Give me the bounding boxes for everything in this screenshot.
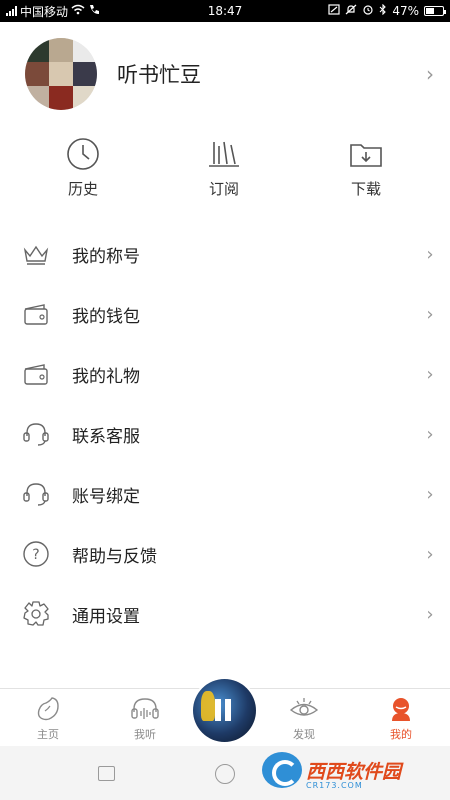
alarm-icon [362,4,374,18]
mute-icon [345,4,357,18]
chevron-right-icon: › [426,423,434,445]
menu-item-label: 联系客服 [72,426,140,447]
svg-text:?: ? [32,547,39,563]
menu-item-customer-service[interactable]: 联系客服 › [0,404,450,464]
watermark-logo-icon [262,752,302,788]
bean-icon [37,697,59,721]
recent-apps-button[interactable] [98,766,115,781]
chevron-right-icon: › [426,243,434,265]
nfc-icon [328,4,340,18]
avatar[interactable] [25,38,97,110]
chevron-right-icon: › [426,303,434,325]
bluetooth-icon [379,3,387,18]
download-folder-icon [350,144,382,167]
headset-icon [23,423,49,446]
menu-item-account-binding[interactable]: 账号绑定 › [0,464,450,524]
gear-icon [23,601,49,626]
nav-mine-label: 我的 [390,728,412,741]
pause-icon [215,699,221,721]
carrier-label: 中国移动 [20,4,69,19]
screen: 中国移动 18:47 47% 听书忙豆 › 历史 订阅 下载 我的称号 › 我的… [0,0,450,800]
download-label: 下载 [350,180,381,198]
chevron-right-icon: › [426,603,434,625]
eye-icon [289,698,319,716]
headphones-icon [131,698,159,719]
watermark-brand: 西西软件园 [306,760,402,783]
menu-item-gifts[interactable]: 我的礼物 › [0,344,450,404]
menu-item-label: 我的钱包 [72,306,140,327]
album-art [201,691,215,721]
menu-item-label: 账号绑定 [72,486,140,507]
nav-home-label: 主页 [37,728,59,741]
battery-percent: 47% [392,4,419,18]
nav-mine[interactable]: 我的 [366,695,436,742]
profile-header[interactable]: 听书忙豆 › [0,38,450,110]
history-button[interactable]: 历史 [43,136,123,199]
menu-item-label: 我的称号 [72,246,140,267]
wifi-icon [71,4,85,18]
menu-list: 我的称号 › 我的钱包 › 我的礼物 › 联系客服 › 账号绑定 › ? 帮助与… [0,224,450,644]
menu-item-help-feedback[interactable]: ? 帮助与反馈 › [0,524,450,584]
watermark-domain: CR173.COM [306,780,363,790]
person-icon [392,698,410,721]
menu-item-settings[interactable]: 通用设置 › [0,584,450,644]
menu-item-wallet[interactable]: 我的钱包 › [0,284,450,344]
subscribe-label: 订阅 [208,180,239,198]
subscribe-button[interactable]: 订阅 [184,136,264,199]
nav-discover-label: 发现 [293,728,315,741]
menu-item-label: 通用设置 [72,606,140,627]
chevron-right-icon: › [426,62,434,86]
now-playing-button[interactable] [193,679,256,742]
chevron-right-icon: › [426,543,434,565]
menu-item-title[interactable]: 我的称号 › [0,224,450,284]
history-label: 历史 [67,180,98,198]
home-button[interactable] [215,764,235,784]
clock-icon [67,138,99,170]
help-icon: ? [23,541,49,567]
chevron-right-icon: › [426,363,434,385]
chevron-right-icon: › [426,483,434,505]
nav-discover[interactable]: 发现 [269,695,339,742]
watermark: 西西软件园 CR173.COM [262,752,402,790]
signal-icon [6,6,17,16]
menu-item-label: 我的礼物 [72,366,140,387]
wallet-icon [24,364,48,385]
crown-icon [23,245,49,265]
wallet-icon [24,304,48,325]
username: 听书忙豆 [117,63,201,87]
hd-call-icon [88,4,102,18]
battery-icon [424,6,446,16]
status-bar: 中国移动 18:47 47% [0,0,450,22]
nav-listen[interactable]: 我听 [110,695,180,742]
menu-item-label: 帮助与反馈 [72,546,157,567]
nav-listen-label: 我听 [134,728,156,741]
headset-icon [23,483,49,506]
nav-home[interactable]: 主页 [13,695,83,742]
download-button[interactable]: 下载 [326,136,406,199]
quick-actions: 历史 订阅 下载 [0,136,450,206]
books-icon [209,141,239,167]
